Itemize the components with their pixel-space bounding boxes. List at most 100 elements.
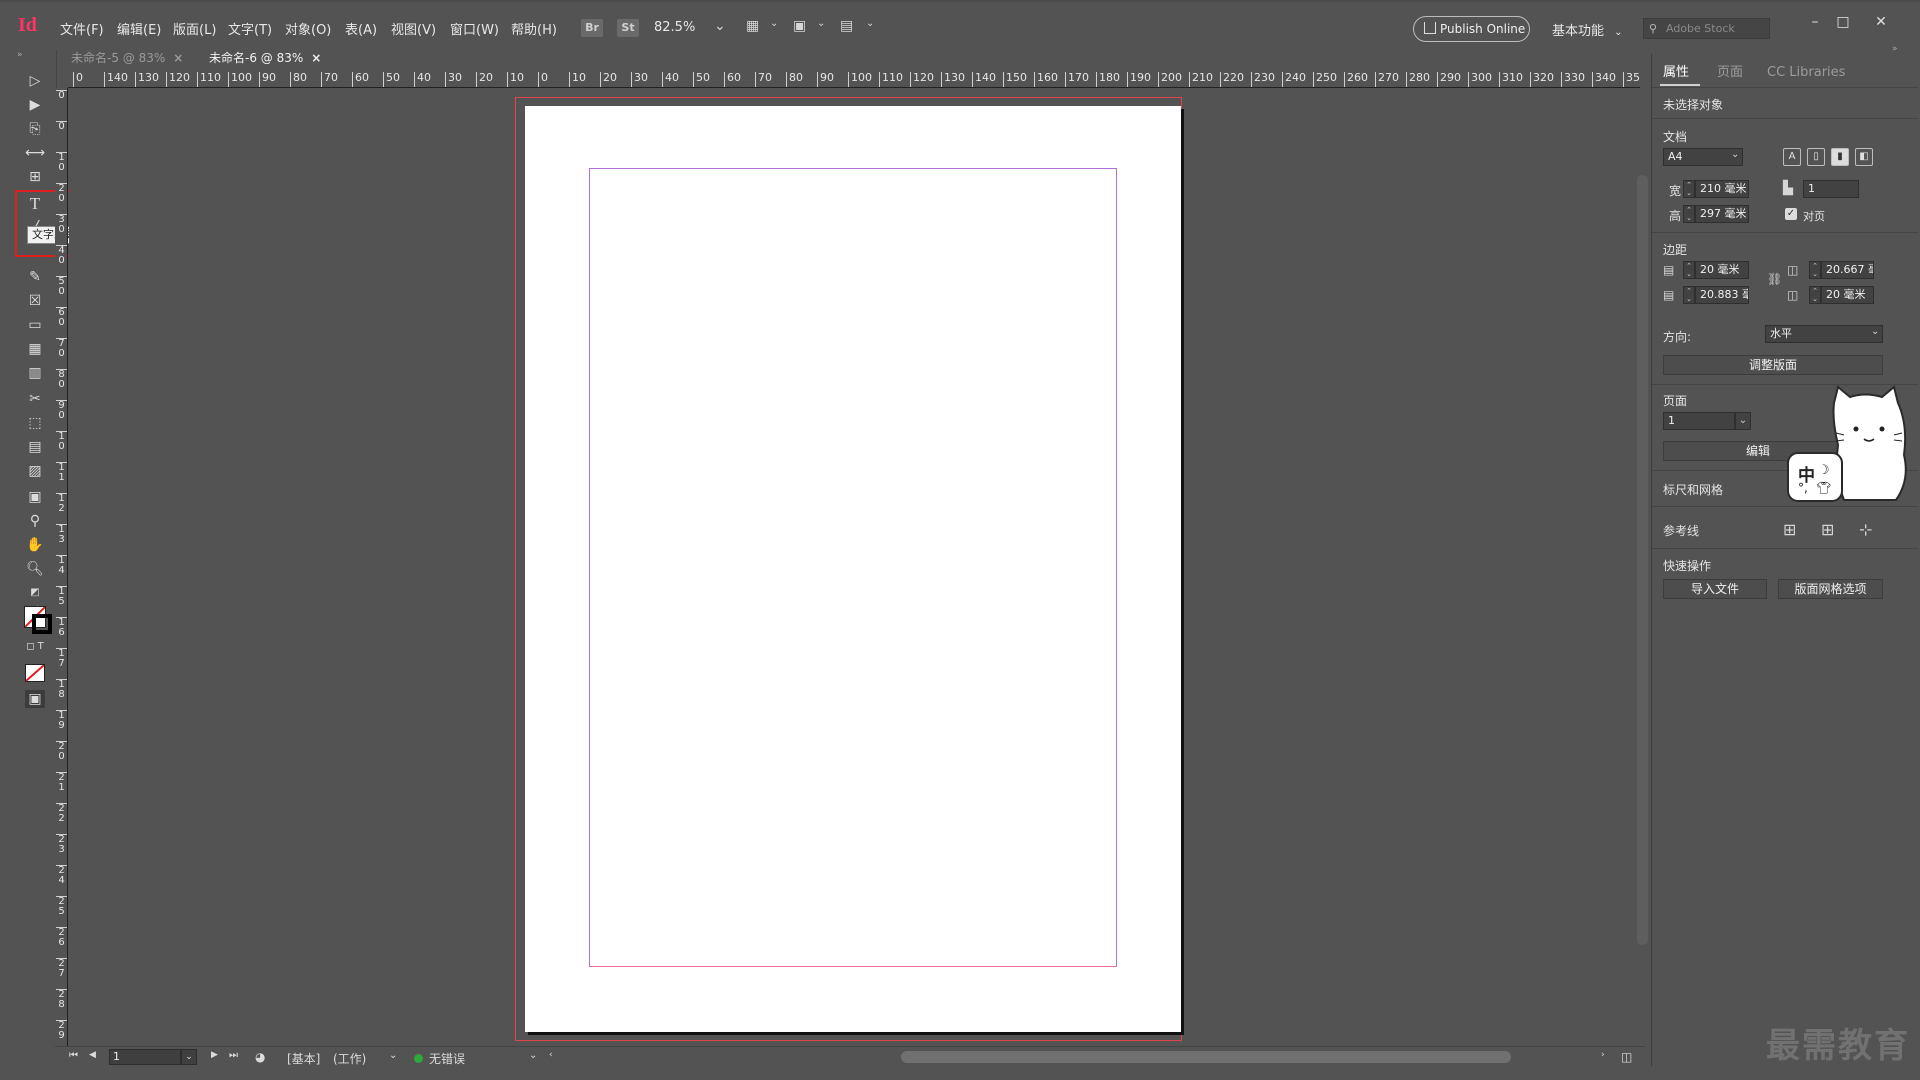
chevron-down-icon[interactable]: ⌄ <box>770 18 778 38</box>
margin-left-field[interactable]: 20 毫米 <box>1821 286 1874 304</box>
tab-cc-libraries[interactable]: CC Libraries <box>1767 62 1845 84</box>
import-file-button[interactable]: 导入文件 <box>1663 579 1767 599</box>
vertical-scrollbar[interactable] <box>1637 175 1648 945</box>
menu-edit[interactable]: 编辑(E) <box>117 19 161 38</box>
tab-untitled-6[interactable]: 未命名-6 @ 83% × <box>197 46 334 70</box>
menu-layout[interactable]: 版面(L) <box>173 19 216 38</box>
snap-guides-icon[interactable]: ⊞ <box>1821 520 1834 539</box>
screen-mode-icon[interactable]: ▣ <box>793 18 806 38</box>
apply-none-icon[interactable] <box>25 664 45 682</box>
margin-bottom-field[interactable]: 20.883 毫 <box>1695 286 1749 304</box>
zoom-tool-icon[interactable]: 🔍︎ <box>25 560 45 578</box>
chevron-down-icon[interactable]: ⌄ <box>1735 412 1751 430</box>
chevron-down-icon[interactable]: ⌄ <box>529 1050 537 1061</box>
workspace-switcher[interactable]: 基本功能 ⌄ <box>1552 20 1623 39</box>
menu-table[interactable]: 表(A) <box>345 19 377 38</box>
formatting-container-icon[interactable]: ◻ T <box>25 638 45 656</box>
close-icon[interactable]: × <box>173 51 183 65</box>
document-page[interactable] <box>525 106 1181 1032</box>
link-icon[interactable]: ⛓ <box>1767 272 1782 286</box>
facing-pages-checkbox[interactable]: ✓ <box>1785 208 1797 220</box>
pages-count-field[interactable]: 1 <box>1803 180 1859 198</box>
chevron-down-icon[interactable]: ⌄ <box>1871 326 1879 337</box>
next-page-icon[interactable]: ▶ <box>211 1050 218 1060</box>
gradient-swatch-tool-icon[interactable]: ▤ <box>25 438 45 456</box>
bridge-button[interactable]: Br <box>581 19 603 37</box>
margin-right-field[interactable]: 20.667 毫 <box>1821 261 1874 279</box>
maximize-icon[interactable]: □ <box>1831 14 1855 34</box>
screen-mode-icon[interactable]: ▣ <box>25 690 45 708</box>
pasteboard[interactable] <box>69 89 1639 1047</box>
menu-help[interactable]: 帮助(H) <box>511 19 557 38</box>
eyedropper-tool-icon[interactable]: ⚲ <box>25 512 45 530</box>
menu-view[interactable]: 视图(V) <box>391 19 436 38</box>
page-tool-icon[interactable]: ⎘ <box>25 120 45 138</box>
chevron-down-icon[interactable]: ⌄ <box>389 1050 397 1061</box>
menu-file[interactable]: 文件(F) <box>60 19 104 38</box>
menu-object[interactable]: 对象(O) <box>285 19 331 38</box>
view-options-icon[interactable]: ▦ <box>746 18 759 38</box>
orientation-select[interactable]: 水平 <box>1765 325 1883 343</box>
vertical-grid-tool-icon[interactable]: ▥ <box>25 364 45 382</box>
minimize-icon[interactable]: – <box>1803 14 1827 34</box>
chevron-down-icon[interactable]: ⌄ <box>817 18 825 38</box>
adobe-stock-search[interactable]: ⚲ Adobe Stock <box>1643 18 1770 39</box>
pencil-tool-icon[interactable]: ✎ <box>25 268 45 286</box>
chevron-down-icon[interactable]: ⌄ <box>181 1049 197 1065</box>
tab-properties[interactable]: 属性 <box>1663 62 1689 84</box>
stock-button[interactable]: St <box>617 19 639 37</box>
close-icon[interactable]: ✕ <box>1869 14 1893 34</box>
height-field[interactable]: 297 毫米 <box>1695 205 1749 223</box>
horizontal-ruler[interactable]: 0 140 130 120 110 100 90 80 70 60 50 40 30 20 10 0 10 20 3… <box>68 70 1640 88</box>
hand-tool-icon[interactable]: ✋ <box>25 536 45 554</box>
layout-grid-options-button[interactable]: 版面网格选项 <box>1778 579 1883 599</box>
vertical-ruler[interactable]: 0 0 10 20 30 40 50 60 70 80 90 10 11 12 13 14 15 16 17 18 19… <box>55 88 68 1048</box>
free-transform-tool-icon[interactable]: ⬚ <box>25 414 45 432</box>
menu-window[interactable]: 窗口(W) <box>450 19 499 38</box>
menu-type[interactable]: 文字(T) <box>228 19 272 38</box>
tab-pages[interactable]: 页面 <box>1717 62 1743 84</box>
binding-right-icon[interactable]: ◧ <box>1855 148 1873 166</box>
publish-online-button[interactable]: Publish Online <box>1413 16 1530 42</box>
width-field[interactable]: 210 毫米 <box>1695 180 1749 198</box>
height-stepper[interactable]: ⌃ ⌄ <box>1683 205 1695 223</box>
gap-tool-icon[interactable]: ⟷ <box>25 144 45 162</box>
selection-tool-icon[interactable]: ▷ <box>25 72 45 90</box>
arrange-documents-icon[interactable]: ▤ <box>840 18 853 38</box>
collapse-panel-icon[interactable]: » <box>1892 44 1898 54</box>
note-tool-icon[interactable]: ▣ <box>25 488 45 506</box>
collapse-icon[interactable]: » <box>17 50 49 60</box>
ime-cat-mascot[interactable]: 中 ☽ °, 👕︎ <box>1780 385 1920 505</box>
chevron-down-icon[interactable]: ⌄ <box>866 18 874 38</box>
direct-selection-tool-icon[interactable]: ▶ <box>25 96 45 114</box>
page-select[interactable]: 1 <box>1663 412 1735 430</box>
scroll-right-icon[interactable]: › <box>1601 1050 1605 1060</box>
portrait-icon[interactable]: A <box>1783 148 1801 166</box>
rectangle-frame-tool-icon[interactable]: ☒ <box>25 292 45 310</box>
last-page-icon[interactable]: ⏭ <box>229 1050 238 1061</box>
preflight-icon[interactable]: ◕ <box>255 1050 265 1064</box>
scissors-tool-icon[interactable]: ✂ <box>25 390 45 408</box>
zoom-level[interactable]: 82.5% <box>654 20 695 35</box>
horizontal-grid-tool-icon[interactable]: ▦ <box>25 340 45 358</box>
rectangle-tool-icon[interactable]: ▭ <box>25 316 45 334</box>
first-page-icon[interactable]: ⏮ <box>69 1050 78 1061</box>
content-collector-icon[interactable]: ⊞ <box>25 168 45 186</box>
default-colors-icon[interactable]: ◩ ⤾ <box>25 584 45 616</box>
smart-guides-icon[interactable]: ⊹ <box>1859 520 1872 539</box>
gradient-feather-tool-icon[interactable]: ▨ <box>25 462 45 480</box>
width-stepper[interactable]: ⌃ ⌄ <box>1683 180 1695 198</box>
previous-page-icon[interactable]: ◀ <box>89 1050 96 1060</box>
landscape-icon[interactable]: ▯ <box>1807 148 1825 166</box>
margin-right-stepper[interactable]: ⌃ ⌄ <box>1809 261 1821 279</box>
guides-grid-icon[interactable]: ⊞ <box>1783 520 1796 539</box>
margin-bottom-stepper[interactable]: ⌃ ⌄ <box>1683 286 1695 304</box>
close-icon[interactable]: × <box>311 51 321 65</box>
chevron-down-icon[interactable]: ⌄ <box>1731 149 1739 160</box>
margin-left-stepper[interactable]: ⌃ ⌄ <box>1809 286 1821 304</box>
split-view-icon[interactable]: ◫ <box>1621 1050 1632 1064</box>
margin-top-stepper[interactable]: ⌃ ⌄ <box>1683 261 1695 279</box>
chevron-down-icon[interactable]: ⌄ <box>714 18 726 38</box>
stroke-swatch-icon[interactable] <box>32 614 52 634</box>
scroll-left-icon[interactable]: ‹ <box>549 1050 553 1060</box>
